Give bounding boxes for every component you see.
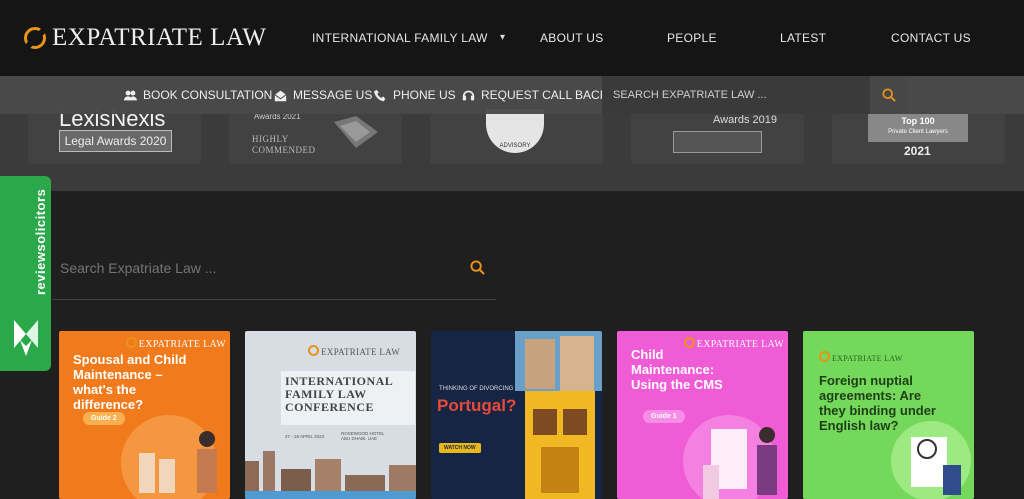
book-consultation-link[interactable]: BOOK CONSULTATION <box>124 76 272 114</box>
request-call-back-link[interactable]: REQUEST CALL BACK <box>462 76 608 114</box>
award-lexisnexis-subtitle: Legal Awards 2020 <box>59 130 172 152</box>
nav-about-us[interactable]: ABOUT US <box>540 0 604 76</box>
card-title: Portugal? <box>437 396 517 415</box>
card-watch-now: WATCH NOW <box>439 443 481 453</box>
card-illustration-icon <box>121 415 217 499</box>
article-card-spousal-maintenance[interactable]: EXPATRIATE LAW Spousal and Child Mainten… <box>59 331 230 499</box>
card-brand: EXPATRIATE LAW <box>308 345 400 357</box>
phone-us-link[interactable]: PHONE US <box>374 76 456 114</box>
site-logo[interactable]: EXPATRIATE LAW <box>24 24 266 52</box>
city-skyline-icon <box>245 451 416 499</box>
reviewsolicitors-logo-icon <box>14 320 38 356</box>
card-illustration-icon <box>891 421 971 499</box>
award-highly-commended: HIGHLY COMMENDED <box>252 134 316 155</box>
header-search-button[interactable] <box>870 76 908 114</box>
main-search-button[interactable] <box>466 256 488 278</box>
nav-people[interactable]: PEOPLE <box>667 0 717 76</box>
card-brand: EXPATRIATE LAW <box>819 351 903 363</box>
phone-icon <box>374 89 386 101</box>
card-title: INTERNATIONAL FAMILY LAW CONFERENCE <box>285 374 393 414</box>
headset-icon <box>462 90 475 100</box>
card-brand: EXPATRIATE LAW <box>126 337 226 350</box>
nav-contact-us[interactable]: CONTACT US <box>891 0 971 76</box>
award-top100-badge: Top 100 Private Client Lawyers <box>868 114 968 142</box>
search-underline <box>52 299 496 300</box>
award-2019-plaque <box>673 131 762 153</box>
message-us-link[interactable]: MESSAGE US <box>274 76 372 114</box>
top-nav-bar: EXPATRIATE LAW INTERNATIONAL FAMILY LAW … <box>0 0 1024 76</box>
chevron-down-icon[interactable]: ▾ <box>500 32 505 43</box>
article-card-foreign-nuptial[interactable]: EXPATRIATE LAW Foreign nuptial agreement… <box>803 331 974 499</box>
article-card-portugal[interactable]: THINKING OF DIVORCING IN Portugal? WATCH… <box>431 331 602 499</box>
card-illustration-icon <box>683 415 777 499</box>
request-call-back-label: REQUEST CALL BACK <box>481 88 608 102</box>
award-top100-line2: Private Client Lawyers <box>888 129 948 135</box>
users-icon <box>124 90 137 100</box>
card-title: Child Maintenance: Using the CMS <box>631 347 723 392</box>
card-title: Spousal and Child Maintenance – what's t… <box>73 352 187 412</box>
nav-international-family-law[interactable]: INTERNATIONAL FAMILY LAW <box>312 0 488 76</box>
envelope-open-icon <box>274 90 287 101</box>
book-consultation-label: BOOK CONSULTATION <box>143 88 273 102</box>
main-search-input[interactable] <box>60 257 460 279</box>
lisbon-tram-icon <box>515 331 602 499</box>
award-top100-year: 2021 <box>904 144 931 158</box>
reviewsolicitors-label: reviewsolicitors <box>33 188 48 295</box>
logo-text: EXPATRIATE LAW <box>52 24 267 51</box>
award-top100-line1: Top 100 <box>901 116 935 126</box>
header-search-input[interactable]: SEARCH EXPATRIATE LAW ... <box>602 76 870 114</box>
message-us-label: MESSAGE US <box>293 88 373 102</box>
article-card-child-maintenance[interactable]: EXPATRIATE LAW Child Maintenance: Using … <box>617 331 788 499</box>
award-graphic-icon <box>334 116 378 148</box>
search-icon <box>469 259 485 275</box>
nav-latest[interactable]: LATEST <box>780 0 826 76</box>
article-card-conference[interactable]: EXPATRIATE LAW INTERNATIONAL FAMILY LAW … <box>245 331 416 499</box>
phone-us-label: PHONE US <box>393 88 456 102</box>
award-2019-title: Awards 2019 <box>713 114 778 126</box>
search-icon <box>882 88 896 102</box>
logo-mark-icon <box>24 27 46 49</box>
